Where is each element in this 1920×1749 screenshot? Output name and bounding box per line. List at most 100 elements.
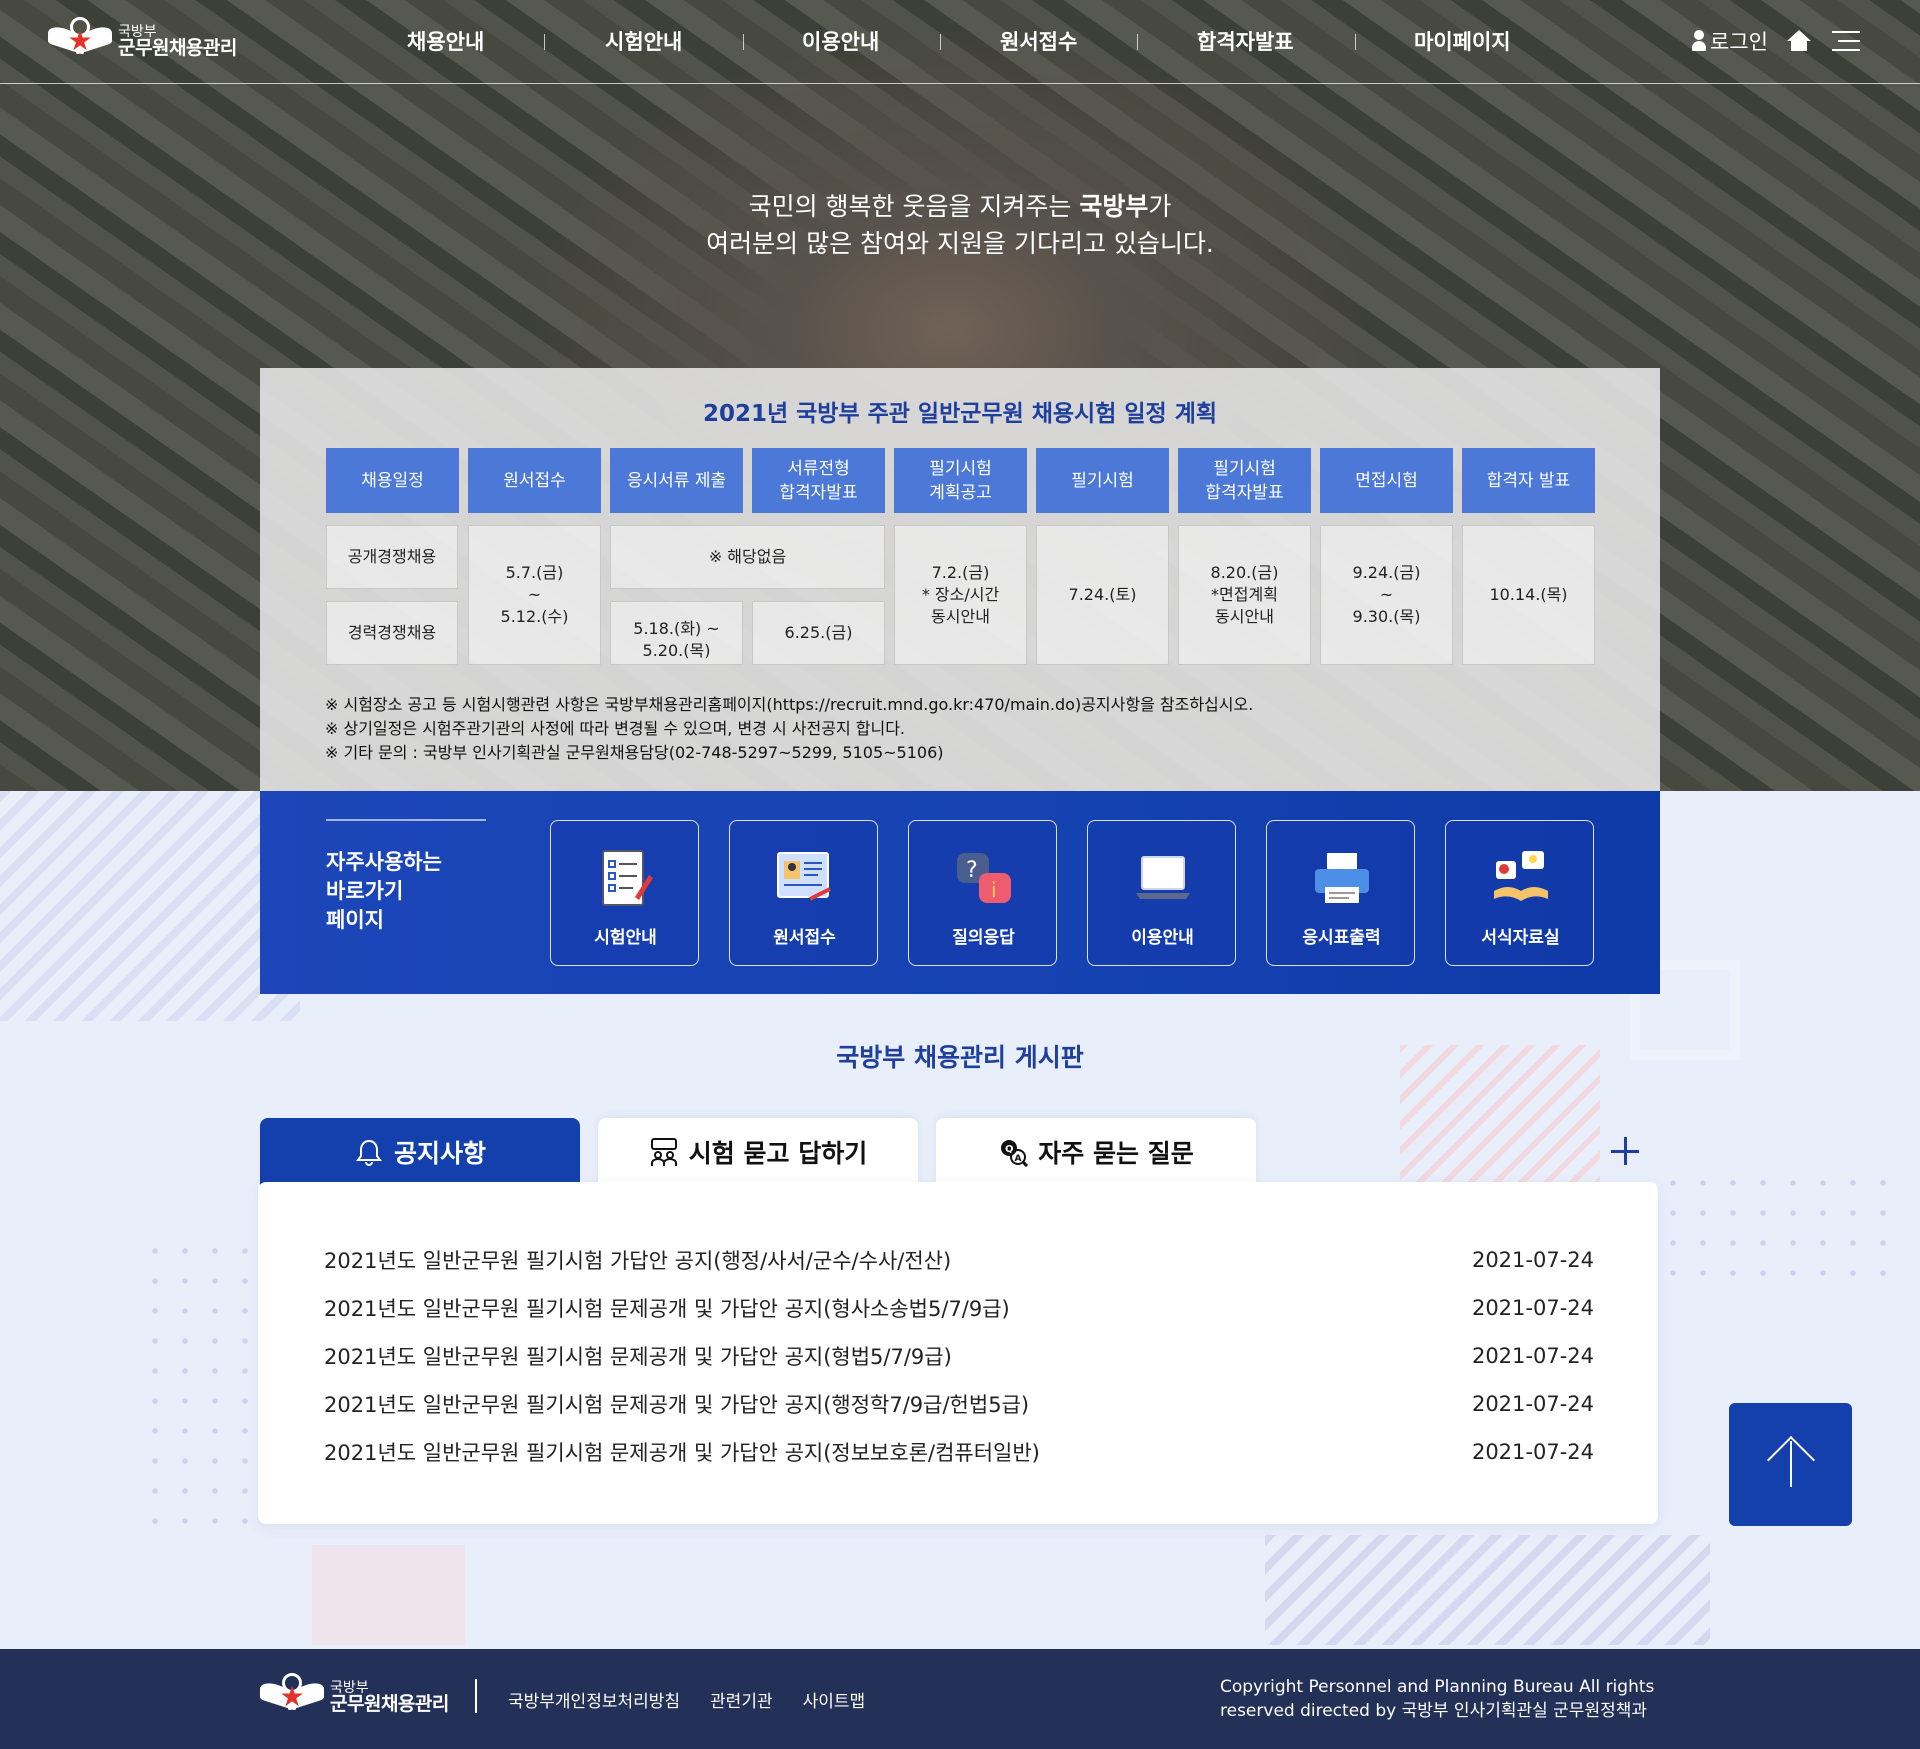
slogan-line2: 여러분의 많은 참여와 지원을 기다리고 있습니다. <box>706 229 1214 258</box>
nav-separator <box>544 34 545 50</box>
notice-row[interactable]: 2021년도 일반군무원 필기시험 문제공개 및 가답안 공지(형법5/7/9급… <box>324 1336 1594 1376</box>
tab-exam-qna[interactable]: 시험 묻고 답하기 <box>598 1118 918 1186</box>
site-logo[interactable]: ★ 국방부 군무원채용관리 <box>48 15 237 69</box>
notice-date: 2021-07-24 <box>1471 1344 1594 1368</box>
footer-logo[interactable]: ★ 국방부 군무원채용관리 <box>260 1671 449 1725</box>
login-link[interactable]: 로그인 <box>1692 26 1768 56</box>
cell-none: ※ 해당없음 <box>610 525 885 589</box>
notice-title[interactable]: 2021년도 일반군무원 필기시험 문제공개 및 가답안 공지(행정학7/9급/… <box>324 1389 1029 1419</box>
sitemap-link[interactable]: 사이트맵 <box>803 1687 866 1712</box>
decor-dots <box>1658 1168 1908 1298</box>
decor-stripes <box>0 791 300 1021</box>
nav-item-5[interactable]: 합격자발표 <box>1197 26 1294 56</box>
quick-link-label: 원서접수 <box>773 928 836 948</box>
note-line: ※ 상기일정은 시험주관기관의 사정에 따라 변경될 수 있으며, 변경 시 사… <box>325 719 906 738</box>
schedule-header-cell: 면접시험 <box>1320 448 1453 513</box>
notice-title[interactable]: 2021년도 일반군무원 필기시험 문제공개 및 가답안 공지(정보보호론/컴퓨… <box>324 1437 1040 1467</box>
cell-apply: 5.7.(금) ~ 5.12.(수) <box>468 525 601 665</box>
schedule-header-cell: 필기시험 계획공고 <box>894 448 1027 513</box>
nav-separator <box>1355 34 1356 50</box>
user-icon <box>1692 30 1707 52</box>
row-label-career: 경력경쟁채용 <box>326 601 458 665</box>
cell-written: 7.24.(토) <box>1036 525 1169 665</box>
svg-text:A: A <box>1015 1154 1022 1164</box>
row-label-public: 공개경쟁채용 <box>326 525 458 589</box>
notice-board: 2021년도 일반군무원 필기시험 가답안 공지(행정/사서/군수/수사/전산)… <box>258 1182 1658 1524</box>
decor-block <box>312 1545 465 1645</box>
notice-row[interactable]: 2021년도 일반군무원 필기시험 가답안 공지(행정/사서/군수/수사/전산)… <box>324 1240 1594 1280</box>
document-book-icon <box>1490 847 1552 911</box>
cell-written-notice: 7.2.(금) * 장소/시간 동시안내 <box>894 525 1027 665</box>
slogan-text: 가 <box>1148 192 1172 221</box>
notice-row[interactable]: 2021년도 일반군무원 필기시험 문제공개 및 가답안 공지(형사소송법5/7… <box>324 1288 1594 1328</box>
scroll-top-button[interactable] <box>1729 1403 1852 1526</box>
quick-link-6[interactable]: 서식자료실 <box>1445 820 1594 966</box>
quick-link-5[interactable]: 응시표출력 <box>1266 820 1415 966</box>
question-info-icon: ? i <box>953 847 1015 911</box>
site-footer: ★ 국방부 군무원채용관리 국방부개인정보처리방침 관련기관 사이트맵 Copy… <box>0 1649 1920 1749</box>
decor-stripes <box>1265 1535 1710 1645</box>
notice-title[interactable]: 2021년도 일반군무원 필기시험 문제공개 및 가답안 공지(형법5/7/9급… <box>324 1341 952 1371</box>
hero-slogan: 국민의 행복한 웃음을 지켜주는 국방부가 여러분의 많은 참여와 지원을 기다… <box>0 188 1920 262</box>
nav-item-6[interactable]: 마이페이지 <box>1414 26 1511 56</box>
more-plus-icon[interactable] <box>1611 1137 1639 1165</box>
home-icon[interactable] <box>1786 29 1812 53</box>
nav-separator <box>743 34 744 50</box>
schedule-header-cell: 원서접수 <box>468 448 601 513</box>
notice-date: 2021-07-24 <box>1471 1248 1594 1272</box>
nav-separator <box>1137 34 1138 50</box>
menu-icon[interactable] <box>1832 31 1860 51</box>
chat-users-icon <box>650 1138 677 1166</box>
nav-item-3[interactable]: 이용안내 <box>802 26 879 56</box>
tab-notice[interactable]: 공지사항 <box>260 1118 580 1186</box>
mnd-emblem-icon: ★ <box>48 15 112 69</box>
notice-title[interactable]: 2021년도 일반군무원 필기시험 문제공개 및 가답안 공지(형사소송법5/7… <box>324 1293 1010 1323</box>
note-line: ※ 기타 문의 : 국방부 인사기획관실 군무원채용담당(02-748-5297… <box>325 743 944 762</box>
quick-link-label: 이용안내 <box>1131 928 1194 948</box>
cell-doc-result-career: 6.25.(금) <box>752 601 885 665</box>
schedule-header-cell: 서류전형 합격자발표 <box>752 448 885 513</box>
footer-links: 국방부개인정보처리방침 관련기관 사이트맵 <box>508 1687 895 1712</box>
copyright-line: Copyright Personnel and Planning Bureau … <box>1220 1677 1655 1697</box>
quick-link-4[interactable]: 이용안내 <box>1087 820 1236 966</box>
schedule-header-cell: 채용일정 <box>326 448 459 513</box>
quick-links: 자주사용하는 바로가기 페이지 시험안내원서접수 ? i 질의응답 이용안내 응시표출력 서… <box>260 791 1660 994</box>
cell-final: 10.14.(목) <box>1462 525 1595 665</box>
svg-text:i: i <box>991 878 997 902</box>
privacy-policy-link[interactable]: 국방부개인정보처리방침 <box>508 1687 680 1712</box>
divider <box>475 1679 477 1713</box>
notice-date: 2021-07-24 <box>1471 1296 1594 1320</box>
quick-link-label: 서식자료실 <box>1481 928 1560 948</box>
quick-title: 자주사용하는 바로가기 페이지 <box>326 850 442 932</box>
notice-date: 2021-07-24 <box>1471 1392 1594 1416</box>
related-orgs-link[interactable]: 관련기관 <box>710 1687 773 1712</box>
util-nav: 로그인 <box>1692 26 1860 56</box>
divider <box>326 819 486 821</box>
nav-separator <box>940 34 941 50</box>
schedule-title: 2021년 국방부 주관 일반군무원 채용시험 일정 계획 <box>702 401 1218 427</box>
schedule-header-cell: 응시서류 제출 <box>610 448 743 513</box>
quick-link-3[interactable]: ? i 질의응답 <box>908 820 1057 966</box>
tab-faq[interactable]: QA 자주 묻는 질문 <box>936 1118 1256 1186</box>
schedule-header-cell: 필기시험 합격자발표 <box>1178 448 1311 513</box>
schedule-panel: 2021년 국방부 주관 일반군무원 채용시험 일정 계획 공개경쟁채용 경력경… <box>260 368 1660 791</box>
tab-label: 자주 묻는 질문 <box>1038 1139 1194 1168</box>
notice-date: 2021-07-24 <box>1471 1440 1594 1464</box>
faq-search-icon: QA <box>1001 1140 1029 1167</box>
nav-item-1[interactable]: 채용안내 <box>407 26 484 56</box>
notice-title[interactable]: 2021년도 일반군무원 필기시험 가답안 공지(행정/사서/군수/수사/전산) <box>324 1245 951 1275</box>
quick-link-label: 응시표출력 <box>1302 928 1381 948</box>
nav-item-2[interactable]: 시험안내 <box>605 26 682 56</box>
quick-link-1[interactable]: 시험안내 <box>550 820 699 966</box>
schedule-notes: ※ 시험장소 공고 등 시험시행관련 사항은 국방부채용관리홈페이지(https… <box>325 693 1253 765</box>
tab-label: 시험 묻고 답하기 <box>688 1139 868 1168</box>
notice-row[interactable]: 2021년도 일반군무원 필기시험 문제공개 및 가답안 공지(행정학7/9급/… <box>324 1384 1594 1424</box>
quick-link-label: 질의응답 <box>952 928 1015 948</box>
bell-icon <box>355 1139 382 1166</box>
notice-row[interactable]: 2021년도 일반군무원 필기시험 문제공개 및 가답안 공지(정보보호론/컴퓨… <box>324 1432 1594 1472</box>
login-label: 로그인 <box>1710 30 1768 54</box>
board-title: 국방부 채용관리 게시판 <box>836 1043 1084 1072</box>
quick-link-2[interactable]: 원서접수 <box>729 820 878 966</box>
nav-item-4[interactable]: 원서접수 <box>1000 26 1077 56</box>
slogan-text: 국민의 행복한 웃음을 지켜주는 <box>748 192 1080 221</box>
